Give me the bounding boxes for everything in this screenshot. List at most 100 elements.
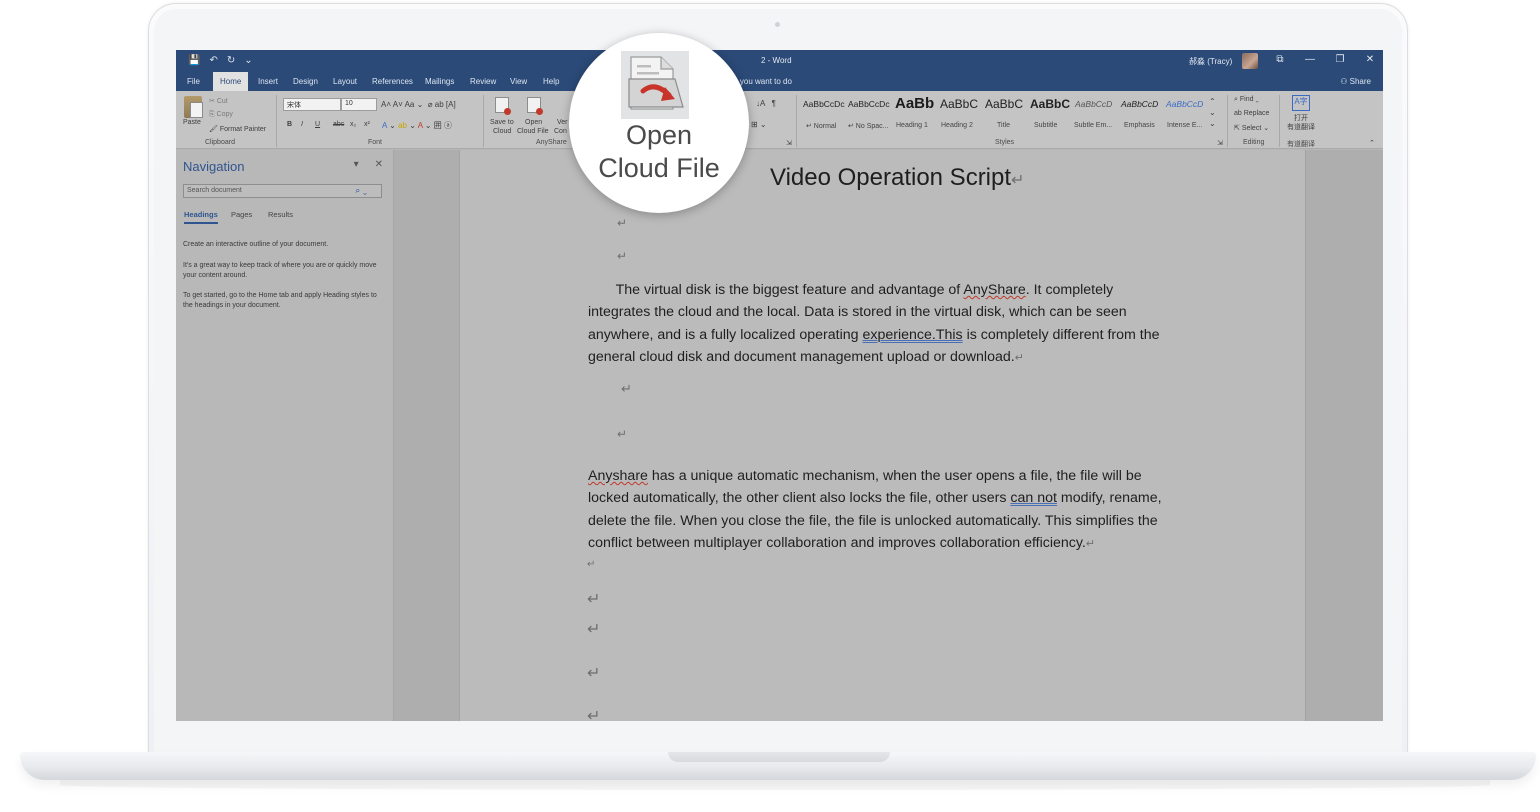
paragraph-mark: ↵: [1011, 172, 1025, 189]
save-icon[interactable]: 💾: [188, 55, 200, 66]
body-paragraph[interactable]: The virtual disk is the biggest feature …: [588, 279, 1173, 370]
customize-icon[interactable]: ⌄: [244, 55, 252, 66]
title-bar: 💾 ↶ ↻ ⌄ 2 - Word 郝淼 (Tracy) ⧉ — ❐ ✕: [176, 50, 1383, 72]
font-color-icon[interactable]: A ⌄ ab ⌄ A ⌄ 囲 ⓐ: [382, 120, 452, 131]
navigation-controls: ▾ ✕: [354, 159, 383, 170]
replace-button[interactable]: ab Replace: [1234, 110, 1269, 117]
style-heading-1[interactable]: AaBb: [895, 95, 934, 112]
find-button[interactable]: ⌕ Find ⌄: [1234, 96, 1259, 104]
tab-pages[interactable]: Pages: [231, 210, 252, 219]
navigation-help-text: Create an interactive outline of your do…: [183, 241, 329, 248]
window-title: 2 - Word: [761, 56, 792, 65]
paste-button[interactable]: Paste: [183, 119, 201, 126]
open-cloud-file-button-line2[interactable]: Cloud File: [517, 128, 549, 135]
tab-view[interactable]: View: [510, 77, 527, 86]
group-label-font: Font: [368, 139, 383, 146]
tab-mailings[interactable]: Mailings: [425, 77, 454, 86]
tab-references[interactable]: References: [372, 77, 413, 86]
tab-home[interactable]: Home: [213, 72, 249, 91]
open-cloud-file-icon[interactable]: [621, 51, 689, 119]
style-intense-emphasis[interactable]: AaBbCcD: [1166, 99, 1203, 109]
tab-headings[interactable]: Headings: [184, 210, 218, 224]
document-page[interactable]: Video Operation Script↵ ↵ ↵ The virtual …: [459, 150, 1306, 721]
underline-button[interactable]: U: [315, 121, 320, 128]
document-area[interactable]: Video Operation Script↵ ↵ ↵ The virtual …: [394, 150, 1383, 721]
tab-help[interactable]: Help: [543, 77, 559, 86]
find-label: Find: [1239, 96, 1254, 103]
style-title[interactable]: AaBbC: [985, 97, 1023, 111]
search-icon[interactable]: ⌕ ⌄: [355, 185, 367, 196]
style-subtle-emphasis[interactable]: AaBbCcD: [1075, 99, 1112, 109]
zoom-label: Open Cloud File: [569, 119, 749, 185]
styles-scroll-icon[interactable]: ⌃ ⌄ ⌄: [1209, 96, 1216, 129]
undo-icon[interactable]: ↶: [209, 55, 217, 66]
grammar-flag[interactable]: experience.This: [862, 327, 962, 343]
chevron-down-icon[interactable]: ▾: [354, 159, 359, 170]
styles-launcher-icon[interactable]: ⇲: [1217, 139, 1223, 147]
translate-icon[interactable]: A字: [1292, 95, 1310, 111]
misspelled-word[interactable]: Anyshare: [588, 468, 648, 484]
format-painter-label: Format Painter: [219, 126, 267, 133]
save-to-cloud-button-line2[interactable]: Cloud: [493, 128, 511, 135]
ribbon-tabs: File Home Insert Design Layout Reference…: [176, 72, 1383, 91]
tab-layout[interactable]: Layout: [333, 77, 357, 86]
search-input[interactable]: Search document ⌕ ⌄: [183, 184, 382, 198]
user-name[interactable]: 郝淼 (Tracy): [1189, 56, 1232, 67]
tab-file[interactable]: File: [187, 77, 200, 86]
font-size-select[interactable]: 10: [341, 98, 377, 111]
translate-button-line2[interactable]: 有道翻译: [1287, 122, 1315, 132]
close-icon[interactable]: ✕: [1365, 54, 1375, 65]
grammar-flag[interactable]: can not: [1010, 490, 1057, 506]
share-label: Share: [1349, 77, 1371, 86]
save-to-cloud-icon[interactable]: [495, 97, 511, 115]
open-cloud-file-button[interactable]: Open: [525, 119, 542, 126]
superscript-button[interactable]: x²: [364, 121, 370, 128]
style-subtitle[interactable]: AaBbC: [1030, 97, 1070, 111]
group-label-clipboard: Clipboard: [205, 139, 235, 146]
minimize-icon[interactable]: —: [1305, 54, 1315, 65]
close-icon[interactable]: ✕: [375, 159, 383, 170]
bold-button[interactable]: B: [287, 121, 292, 128]
style-emphasis[interactable]: AaBbCcD: [1121, 99, 1158, 109]
paste-icon[interactable]: [184, 96, 203, 118]
screen: 💾 ↶ ↻ ⌄ 2 - Word 郝淼 (Tracy) ⧉ — ❐ ✕ File…: [176, 50, 1383, 721]
style-normal[interactable]: AaBbCcDc: [803, 99, 845, 109]
format-painter-button[interactable]: 🖌 Format Painter: [209, 125, 266, 133]
tab-design[interactable]: Design: [293, 77, 318, 86]
avatar[interactable]: [1242, 53, 1258, 69]
share-button[interactable]: ⚇ Share: [1340, 77, 1371, 86]
version-button[interactable]: Ver: [557, 119, 568, 126]
paragraph-mark: ↵: [1014, 352, 1024, 365]
paragraph-mark: ↵: [621, 381, 632, 396]
collapse-ribbon-icon[interactable]: ⌃: [1369, 139, 1375, 147]
divider: [483, 95, 484, 147]
font-name-select[interactable]: 宋体: [283, 98, 341, 111]
font-tools-icon[interactable]: A˄ A˅ Aa ⌄ ⌀ ab [A]: [381, 100, 456, 109]
navigation-help-text: To get started, go to the Home tab and a…: [183, 292, 377, 309]
redo-icon[interactable]: ↻: [227, 55, 235, 66]
copy-button[interactable]: ⎘ Copy: [209, 111, 233, 119]
paragraph-launcher-icon[interactable]: ⇲: [786, 139, 792, 147]
open-cloud-file-icon[interactable]: [527, 97, 543, 115]
version-button-line2[interactable]: Con: [554, 128, 567, 135]
tab-review[interactable]: Review: [470, 77, 496, 86]
sort-icon[interactable]: ↓A ¶: [756, 99, 776, 108]
subscript-button[interactable]: x₂: [350, 121, 356, 128]
quick-access-toolbar: 💾 ↶ ↻ ⌄: [188, 55, 253, 66]
restore-icon[interactable]: ❐: [1335, 54, 1345, 65]
tab-insert[interactable]: Insert: [258, 77, 278, 86]
strikethrough-button[interactable]: abc: [333, 121, 344, 128]
style-no-spacing[interactable]: AaBbCcDc: [848, 99, 890, 109]
misspelled-word[interactable]: AnyShare: [963, 282, 1025, 298]
borders-icon[interactable]: ⊞ ⌄: [751, 120, 767, 129]
camera: [775, 22, 780, 27]
cut-button[interactable]: ✂ Cut: [209, 97, 228, 105]
save-to-cloud-button[interactable]: Save to: [490, 119, 514, 126]
style-heading-2[interactable]: AaBbC: [940, 97, 978, 111]
body-paragraph[interactable]: Anyshare has a unique automatic mechanis…: [588, 465, 1173, 556]
italic-button[interactable]: I: [301, 121, 303, 128]
style-title-label: Title: [997, 122, 1010, 129]
ribbon-display-icon[interactable]: ⧉: [1275, 54, 1285, 65]
tab-results[interactable]: Results: [268, 210, 293, 219]
select-button[interactable]: ⇱ Select ⌄: [1234, 124, 1269, 132]
